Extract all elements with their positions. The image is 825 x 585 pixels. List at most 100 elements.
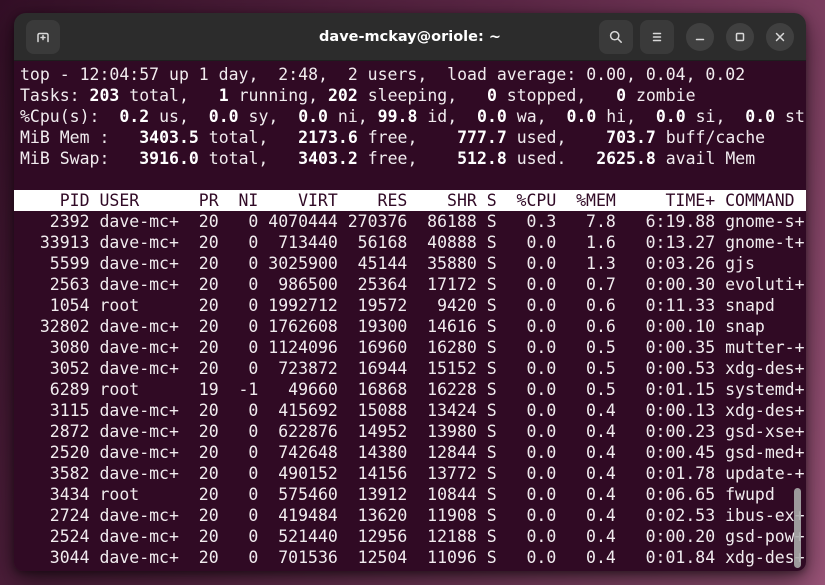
shr-cell: 40888 xyxy=(417,232,477,253)
state-cell: S xyxy=(487,442,497,463)
summary-segment: 0 xyxy=(487,86,497,105)
cpu-cell: 0.0 xyxy=(507,274,557,295)
maximize-button[interactable] xyxy=(726,23,754,51)
virt-cell: 1124096 xyxy=(268,337,338,358)
minimize-button[interactable] xyxy=(686,23,714,51)
time-cell: 0:06.65 xyxy=(626,484,715,505)
search-icon xyxy=(608,29,624,45)
user-cell: dave-mc+ xyxy=(99,337,178,358)
column-header-pid: PID xyxy=(20,190,90,211)
time-cell: 0:02.53 xyxy=(626,505,715,526)
pid-cell: 2392 xyxy=(20,211,90,232)
res-cell: 14156 xyxy=(348,463,408,484)
virt-cell: 419484 xyxy=(268,505,338,526)
state-cell: S xyxy=(487,463,497,484)
mem-cell: 0.6 xyxy=(566,316,616,337)
res-cell: 56168 xyxy=(348,232,408,253)
user-cell: dave-mc+ xyxy=(99,442,178,463)
time-cell: 0:01.84 xyxy=(626,547,715,568)
virt-cell: 521440 xyxy=(268,526,338,547)
user-cell: dave-mc+ xyxy=(99,463,178,484)
command-cell: gsd-xse+ xyxy=(725,421,806,442)
scrollbar-thumb[interactable] xyxy=(794,488,801,568)
command-cell: snap xyxy=(725,316,806,337)
ni-cell: 0 xyxy=(229,358,259,379)
close-icon xyxy=(773,30,787,44)
user-cell: root xyxy=(99,379,178,400)
shr-cell: 14616 xyxy=(417,316,477,337)
blank-line xyxy=(14,169,806,190)
summary-segment: si, xyxy=(686,107,746,126)
ni-cell: 0 xyxy=(229,232,259,253)
cpu-cell: 0.0 xyxy=(507,358,557,379)
summary-segment: used, xyxy=(507,128,606,147)
terminal-window: dave-mckay@oriole: ~ xyxy=(14,13,806,571)
summary-segment: 3403.5 xyxy=(139,128,199,147)
column-header-mem: %MEM xyxy=(566,190,616,211)
search-button[interactable] xyxy=(599,20,633,54)
shr-cell: 13424 xyxy=(417,400,477,421)
shr-cell: 11908 xyxy=(417,505,477,526)
cpu-cell: 0.0 xyxy=(507,421,557,442)
menu-button[interactable] xyxy=(640,20,674,54)
ni-cell: 0 xyxy=(229,316,259,337)
pid-cell: 3080 xyxy=(20,337,90,358)
cpu-cell: 0.0 xyxy=(507,505,557,526)
summary-segment: free, xyxy=(358,149,457,168)
res-cell: 25364 xyxy=(348,274,408,295)
ni-cell: 0 xyxy=(229,337,259,358)
summary-segment: running, xyxy=(229,86,328,105)
time-cell: 0:00.13 xyxy=(626,400,715,421)
summary-segment: 0.2 xyxy=(119,107,149,126)
pr-cell: 20 xyxy=(189,484,219,505)
cpu-cell: 0.0 xyxy=(507,547,557,568)
close-button[interactable] xyxy=(766,23,794,51)
mem-cell: 0.4 xyxy=(566,400,616,421)
state-cell: S xyxy=(487,232,497,253)
summary-segment: us, xyxy=(149,107,209,126)
titlebar[interactable]: dave-mckay@oriole: ~ xyxy=(14,13,806,61)
cpu-cell: 0.3 xyxy=(507,211,557,232)
process-row: 1054 root 20 0 1992712 19572 9420 S 0.0 … xyxy=(14,295,806,316)
titlebar-controls xyxy=(592,20,794,54)
pr-cell: 20 xyxy=(189,442,219,463)
pr-cell: 20 xyxy=(189,505,219,526)
cpu-cell: 0.0 xyxy=(507,337,557,358)
process-table-header: PID USER PR NI VIRT RES SHR S %CPU %MEM … xyxy=(14,190,806,211)
shr-cell: 12844 xyxy=(417,442,477,463)
minimize-icon xyxy=(693,30,707,44)
pid-cell: 2563 xyxy=(20,274,90,295)
command-cell: gjs xyxy=(725,253,806,274)
command-cell: evoluti+ xyxy=(725,274,806,295)
summary-segment: 203 xyxy=(90,86,120,105)
ni-cell: 0 xyxy=(229,295,259,316)
ni-cell: 0 xyxy=(229,421,259,442)
cpu-cell: 0.0 xyxy=(507,526,557,547)
new-tab-button[interactable] xyxy=(26,20,60,54)
window-title: dave-mckay@oriole: ~ xyxy=(319,29,501,45)
virt-cell: 723872 xyxy=(268,358,338,379)
ni-cell: 0 xyxy=(229,484,259,505)
state-cell: S xyxy=(487,421,497,442)
summary-segment: wa, xyxy=(507,107,567,126)
time-cell: 0:00.30 xyxy=(626,274,715,295)
summary-segment: free, xyxy=(358,128,457,147)
cpu-cell: 0.0 xyxy=(507,442,557,463)
summary-line: %Cpu(s): 0.2 us, 0.0 sy, 0.0 ni, 99.8 id… xyxy=(14,106,806,127)
hamburger-menu-icon xyxy=(649,29,665,45)
mem-cell: 0.4 xyxy=(566,484,616,505)
summary-segments: Tasks: 203 total, 1 running, 202 sleepin… xyxy=(20,86,696,105)
summary-segment: total, xyxy=(119,86,218,105)
res-cell: 13620 xyxy=(348,505,408,526)
cpu-cell: 0.0 xyxy=(507,316,557,337)
summary-segments: MiB Swap: 3916.0 total, 3403.2 free, 512… xyxy=(20,149,755,168)
mem-cell: 0.6 xyxy=(566,295,616,316)
pid-cell: 32802 xyxy=(20,316,90,337)
command-cell: gnome-t+ xyxy=(725,232,806,253)
column-header-command: COMMAND xyxy=(725,190,806,211)
shr-cell: 17172 xyxy=(417,274,477,295)
terminal-content[interactable]: top - 12:04:57 up 1 day, 2:48, 2 users, … xyxy=(14,61,806,571)
pid-cell: 6289 xyxy=(20,379,90,400)
process-row: 3044 dave-mc+ 20 0 701536 12504 11096 S … xyxy=(14,547,806,568)
shr-cell: 35880 xyxy=(417,253,477,274)
